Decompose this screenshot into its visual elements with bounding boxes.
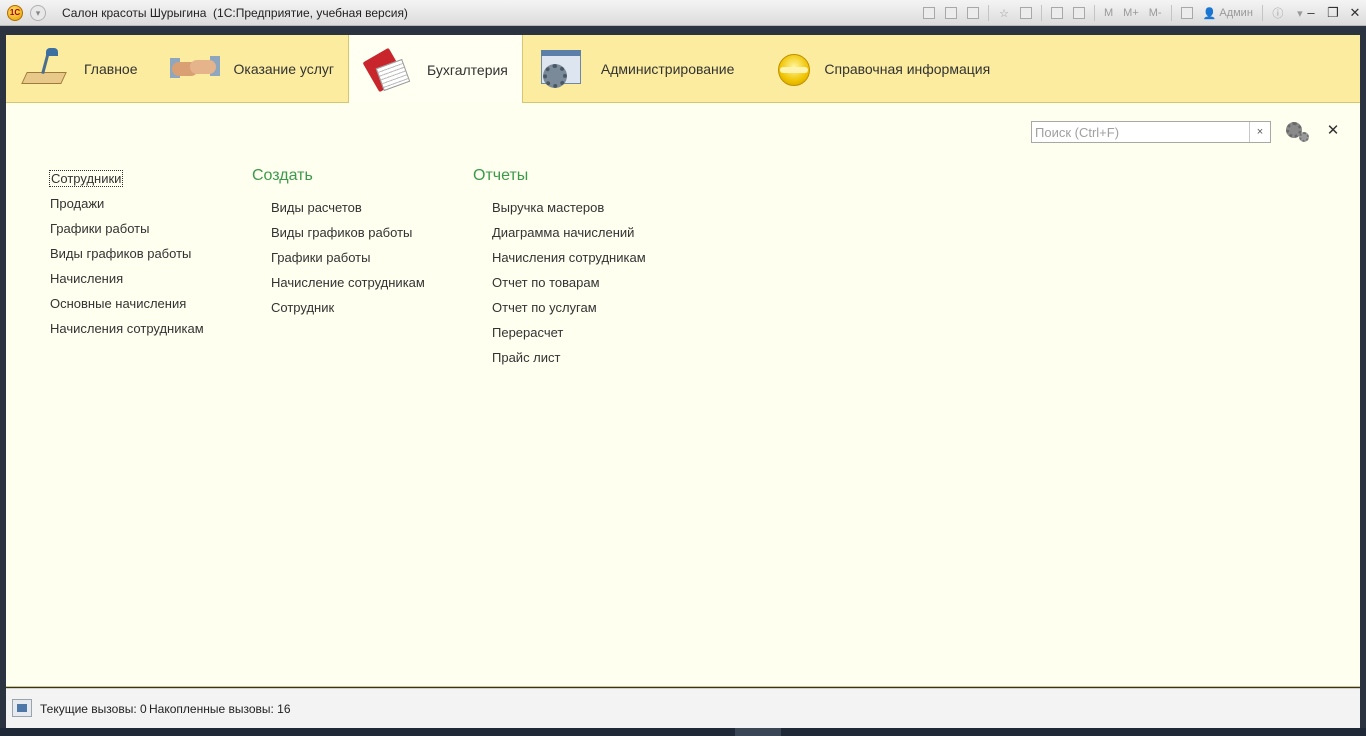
section-label: Справочная информация (824, 61, 991, 77)
reports-panel: Отчеты Выручка мастеров Диаграмма начисл… (473, 167, 646, 373)
section-reference[interactable]: Справочная информация (748, 35, 1004, 103)
report-item-accrual-chart[interactable]: Диаграмма начислений (473, 223, 646, 248)
create-item-calc-types[interactable]: Виды расчетов (252, 198, 425, 223)
separator (1261, 5, 1263, 21)
sections-panel: Главное Оказание услуг Бухгалтерия Админ… (6, 35, 1360, 104)
history-icon[interactable] (1048, 5, 1066, 21)
section-label: Оказание услуг (233, 61, 335, 77)
separator (1041, 5, 1042, 21)
report-item-goods[interactable]: Отчет по товарам (473, 273, 646, 298)
separator (1170, 5, 1172, 21)
report-item-services[interactable]: Отчет по услугам (473, 298, 646, 323)
preview-icon[interactable] (964, 5, 982, 21)
search-box: × (1031, 121, 1271, 143)
info-icon[interactable]: ⓘ (1269, 5, 1287, 21)
user-name: Админ (1219, 7, 1253, 19)
admin-window-gear-icon (537, 46, 587, 92)
create-header: Создать (252, 167, 313, 184)
maximize-button[interactable]: ❐ (1322, 0, 1344, 26)
create-item-schedules[interactable]: Графики работы (252, 248, 425, 273)
handshake-icon (169, 46, 220, 92)
title-bar: 1С ▾ Салон красоты Шурыгина (1С:Предприя… (0, 0, 1366, 26)
nav-item-schedules[interactable]: Графики работы (50, 219, 204, 244)
section-services[interactable]: Оказание услуг (152, 35, 349, 103)
nav-item-schedule-types[interactable]: Виды графиков работы (50, 244, 204, 269)
memory-m-button[interactable]: M (1101, 5, 1116, 21)
calendar-icon[interactable] (1070, 5, 1088, 21)
current-calls-text: Текущие вызовы: 0 (40, 702, 147, 716)
os-taskbar (0, 728, 1366, 736)
window-controls: – ❐ ✕ (1300, 0, 1366, 26)
nav-item-employees[interactable]: Сотрудники (48, 169, 204, 194)
server-calls-icon[interactable] (12, 699, 32, 717)
taskbar-item[interactable] (735, 728, 781, 736)
create-item-schedule-types[interactable]: Виды графиков работы (252, 223, 425, 248)
ledger-book-icon (362, 47, 413, 93)
user-icon: 👤 (1202, 7, 1217, 20)
separator (988, 5, 989, 21)
section-label: Бухгалтерия (427, 61, 508, 78)
info-disc-icon (770, 46, 811, 92)
section-label: Администрирование (600, 61, 735, 77)
search-input[interactable] (1032, 122, 1249, 142)
1c-logo-icon[interactable]: 1С (7, 5, 23, 21)
search-clear-button[interactable]: × (1249, 122, 1270, 142)
create-panel: Создать Виды расчетов Виды графиков рабо… (252, 167, 425, 323)
main-menu-dropdown-icon[interactable]: ▾ (30, 5, 46, 21)
report-item-recalculation[interactable]: Перерасчет (473, 323, 646, 348)
save-icon[interactable] (920, 5, 938, 21)
nav-item-employee-accruals[interactable]: Начисления сотрудникам (50, 319, 204, 344)
section-accounting[interactable]: Бухгалтерия (348, 35, 523, 104)
section-main[interactable]: Главное (6, 35, 152, 103)
accumulated-calls-text: Накопленные вызовы: 16 (149, 702, 291, 716)
memory-plus-button[interactable]: M+ (1120, 5, 1142, 21)
report-item-employee-accruals[interactable]: Начисления сотрудникам (473, 248, 646, 273)
close-window-button[interactable]: ✕ (1344, 0, 1366, 26)
user-menu[interactable]: 👤 Админ (1200, 5, 1256, 21)
reports-header: Отчеты (473, 167, 529, 184)
section-administration[interactable]: Администрирование (523, 35, 749, 103)
panels-icon[interactable] (1178, 5, 1196, 21)
minimize-button[interactable]: – (1300, 0, 1322, 26)
status-bar: Текущие вызовы: 0 Накопленные вызовы: 16 (6, 688, 1360, 728)
bookmark-icon[interactable] (1017, 5, 1035, 21)
memory-minus-button[interactable]: M- (1146, 5, 1165, 21)
favorites-star-icon[interactable]: ☆ (995, 5, 1013, 21)
nav-item-accruals[interactable]: Начисления (50, 269, 204, 294)
report-item-master-revenue[interactable]: Выручка мастеров (473, 198, 646, 223)
settings-gear-icon[interactable] (1284, 120, 1312, 144)
nav-item-main-accruals[interactable]: Основные начисления (50, 294, 204, 319)
print-icon[interactable] (942, 5, 960, 21)
report-item-price-list[interactable]: Прайс лист (473, 348, 646, 373)
create-item-employee[interactable]: Сотрудник (252, 298, 425, 323)
nav-item-sales[interactable]: Продажи (50, 194, 204, 219)
create-item-employee-accrual[interactable]: Начисление сотрудникам (252, 273, 425, 298)
section-content: × ✕ Сотрудники Продажи Графики работы Ви… (6, 103, 1360, 687)
close-section-button[interactable]: ✕ (1326, 121, 1340, 139)
section-label: Главное (84, 61, 138, 77)
desk-lamp-icon (20, 46, 70, 92)
window-title: Салон красоты Шурыгина (1С:Предприятие, … (62, 6, 408, 20)
title-toolbar: ☆ M M+ M- 👤 Админ ⓘ ▾ (920, 4, 1309, 22)
navigation-panel: Сотрудники Продажи Графики работы Виды г… (48, 169, 204, 344)
separator (1094, 5, 1095, 21)
